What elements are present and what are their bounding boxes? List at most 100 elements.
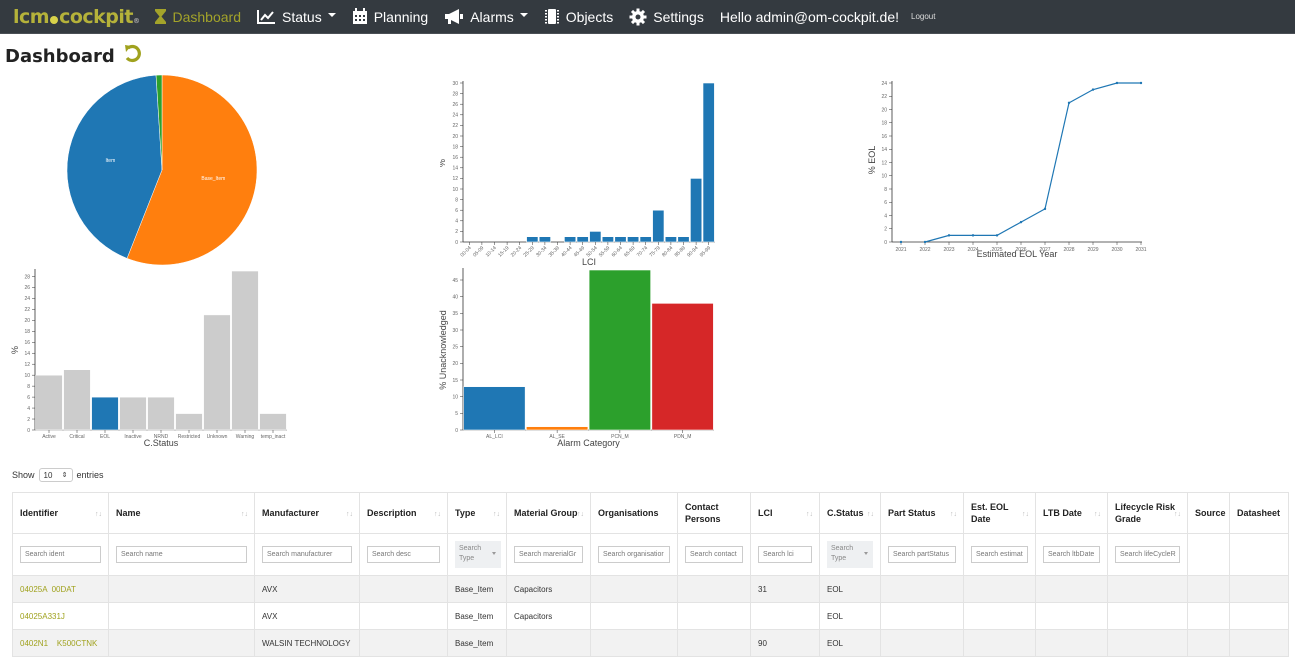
sort-icon[interactable]: ↑↓ — [434, 509, 441, 521]
column-header-part-status[interactable]: Part Status ↑↓ — [880, 492, 964, 534]
filter-input[interactable]: Search marerialGr — [514, 546, 583, 563]
y-tick-label: 5 — [455, 411, 458, 417]
y-tick-label: 2 — [884, 227, 887, 233]
filter-input[interactable]: Search ltbDate — [1043, 546, 1100, 563]
sort-icon[interactable]: ↑↓ — [806, 509, 813, 521]
y-tick-label: 18 — [881, 121, 887, 127]
filter-input[interactable]: Search lci — [758, 546, 812, 563]
filter-cell: Search contact — [677, 533, 751, 576]
sort-icon[interactable]: ↑↓ — [241, 509, 248, 521]
bar — [639, 236, 652, 243]
x-tick-label: 60-64 — [611, 245, 624, 258]
column-header-lifecycle-risk-grade[interactable]: Lifecycle Risk Grade ↑↓ — [1107, 492, 1188, 534]
bar — [589, 231, 602, 243]
x-tick-label: 00-04 — [459, 245, 472, 258]
bar — [702, 82, 715, 243]
filter-select[interactable]: Search Type — [827, 541, 873, 568]
sort-icon[interactable]: ↑↓ — [867, 509, 874, 521]
y-axis-label: % EOL — [867, 146, 877, 175]
column-header-description[interactable]: Description ↑↓ — [359, 492, 448, 534]
filter-input[interactable]: Search desc — [367, 546, 440, 563]
table-row[interactable]: 0402N1 K500CTNK WALSIN TECHNOLOGY Base_Ite… — [12, 629, 1289, 657]
nav-planning[interactable]: Planning — [352, 8, 429, 25]
brand-logo[interactable]: lcm cockpit ® — [13, 6, 140, 28]
logout-link[interactable]: Logout — [911, 12, 935, 21]
table-row[interactable]: 04025A331J AVX Base_Item Capacitors EOL — [12, 602, 1289, 630]
filter-input[interactable]: Search organisatior — [598, 546, 670, 563]
filter-input[interactable]: Search name — [116, 546, 247, 563]
identifier-link[interactable]: 0402N1 K500CTNK — [12, 629, 109, 657]
bar — [526, 426, 589, 431]
column-header-lci[interactable]: LCI ↑↓ — [750, 492, 820, 534]
data-point — [995, 234, 999, 237]
column-header-material-group[interactable]: Material Group ↑↓ — [506, 492, 591, 534]
filter-cell: Search Type — [819, 533, 881, 576]
sort-icon[interactable]: ↑↓ — [1174, 509, 1181, 521]
x-tick-label: 55-59 — [598, 245, 611, 258]
entries-select[interactable]: 10 ⇕ — [38, 468, 73, 482]
table-cell: 31 — [750, 575, 820, 603]
nav-planning-label: Planning — [373, 8, 429, 25]
filter-input[interactable]: Search estimat — [971, 546, 1028, 563]
y-tick-label: 0 — [27, 428, 30, 434]
sort-icon[interactable]: ↑↓ — [1022, 509, 1029, 521]
filter-input[interactable]: Search contact — [685, 546, 743, 563]
filter-input[interactable]: Search ident — [20, 546, 101, 563]
y-tick-label: 20 — [24, 318, 30, 324]
x-tick-label: Warning — [236, 434, 255, 440]
logo-ball-icon — [50, 15, 59, 24]
nav-dashboard[interactable]: Dashboard — [154, 8, 241, 25]
sort-icon[interactable]: ↑↓ — [95, 509, 102, 521]
x-tick-label: 05-09 — [472, 245, 485, 258]
column-header-identifier[interactable]: Identifier ↑↓ — [12, 492, 109, 534]
sort-icon[interactable]: ↑↓ — [1094, 509, 1101, 521]
data-point — [899, 240, 903, 244]
sort-icon[interactable]: ↑↓ — [577, 509, 584, 521]
sort-icon[interactable]: ↑↓ — [950, 509, 957, 521]
x-tick-label: 75-79 — [648, 245, 661, 258]
bar — [538, 236, 551, 243]
filter-input[interactable]: Search lifeCycleR — [1115, 546, 1180, 563]
objects-table: Identifier ↑↓ Name ↑↓ Manufacturer ↑↓ Descript… — [12, 492, 1289, 657]
undo-icon[interactable] — [123, 44, 143, 69]
filter-select[interactable]: Search Type — [455, 541, 501, 568]
column-label: Datasheet — [1237, 508, 1281, 518]
table-row[interactable]: 04025A 00DAT AVX Base_Item Capacitors 31 EOL — [12, 575, 1289, 603]
column-header-est-eol-date[interactable]: Est. EOL Date ↑↓ — [963, 492, 1036, 534]
nav-status[interactable]: Status — [257, 9, 336, 25]
x-axis-label: Alarm Category — [557, 438, 620, 448]
column-header-c-status[interactable]: C.Status ↑↓ — [819, 492, 881, 534]
column-label: LTB Date — [1043, 508, 1082, 518]
filter-input[interactable]: Search manufacturer — [262, 546, 352, 563]
y-tick-label: 20 — [452, 361, 458, 367]
table-cell: AVX — [254, 602, 360, 630]
x-axis-label: C.Status — [144, 438, 179, 448]
nav-settings[interactable]: Settings — [629, 8, 704, 26]
column-header-manufacturer[interactable]: Manufacturer ↑↓ — [254, 492, 360, 534]
identifier-link[interactable]: 04025A 00DAT — [12, 575, 109, 603]
sort-icon[interactable]: ↑↓ — [493, 509, 500, 521]
sort-icon[interactable]: ↑↓ — [346, 509, 353, 521]
y-tick-label: 8 — [455, 197, 458, 203]
nav-alarms[interactable]: Alarms — [444, 8, 528, 25]
nav-objects[interactable]: Objects — [544, 8, 613, 25]
x-tick-label: 2022 — [919, 247, 930, 253]
column-header-ltb-date[interactable]: LTB Date ↑↓ — [1035, 492, 1108, 534]
table-cell: EOL — [819, 602, 881, 630]
bar — [627, 236, 640, 243]
column-header-organisations: Organisations — [590, 492, 678, 534]
bar — [231, 270, 259, 431]
identifier-link[interactable]: 04025A331J — [12, 602, 109, 630]
filter-input[interactable]: Search partStatus — [888, 546, 956, 563]
page-title: Dashboard — [5, 44, 143, 69]
column-label: C.Status — [827, 508, 864, 518]
column-header-name[interactable]: Name ↑↓ — [108, 492, 255, 534]
bar — [35, 374, 63, 431]
table-cell — [677, 575, 751, 603]
filter-cell: Search ident — [12, 533, 109, 576]
y-tick-label: 16 — [881, 134, 887, 140]
table-cell — [1035, 575, 1108, 603]
y-tick-label: 24 — [24, 296, 30, 302]
bar — [147, 396, 175, 431]
column-header-type[interactable]: Type ↑↓ — [447, 492, 507, 534]
